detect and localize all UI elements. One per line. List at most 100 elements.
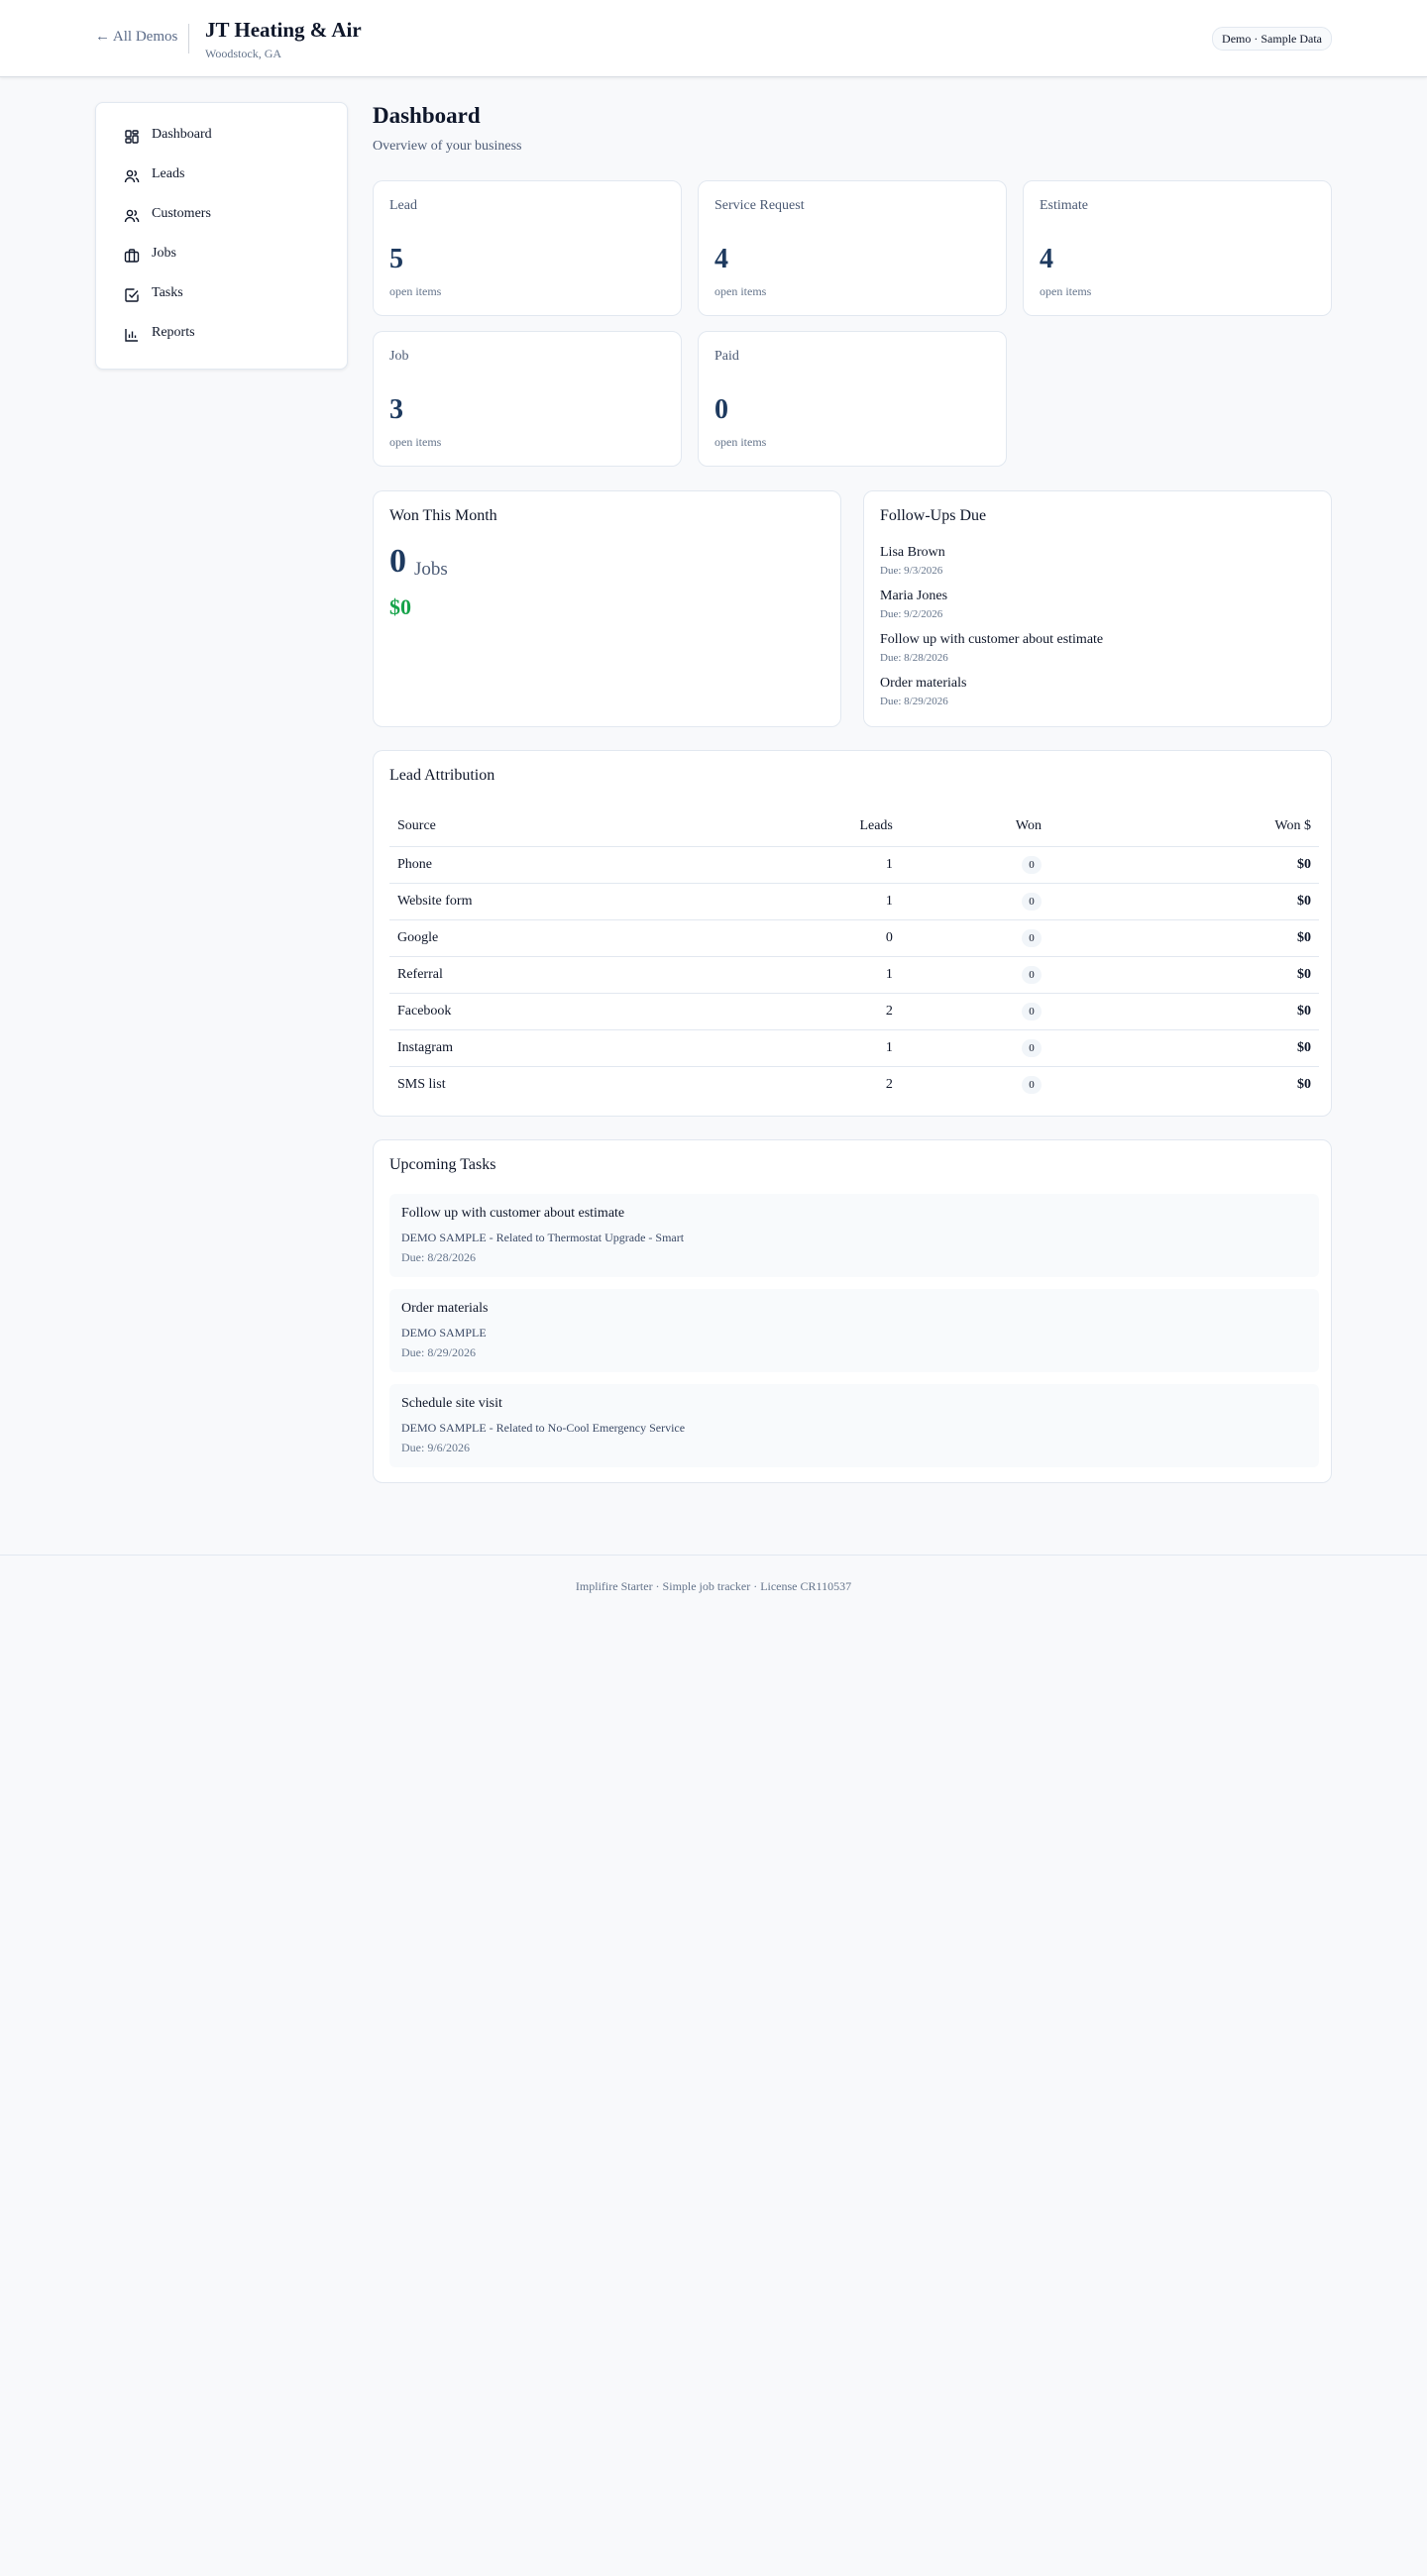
followup-name[interactable]: Lisa Brown bbox=[880, 545, 945, 561]
source-cell: Referral bbox=[389, 956, 762, 994]
task-due: Due: 9/6/2026 bbox=[401, 1441, 470, 1454]
sidebar-nav: Dashboard Leads Customers Jobs Tasks Rep… bbox=[95, 102, 348, 370]
sidebar-item-label: Reports bbox=[152, 325, 195, 340]
stat-title: Estimate bbox=[1040, 198, 1088, 213]
all-demos-link[interactable]: ← All Demos bbox=[95, 29, 177, 46]
header-divider bbox=[188, 24, 189, 54]
stat-value: 5 bbox=[389, 244, 403, 274]
won-jobs-unit: Jobs bbox=[414, 559, 448, 580]
followup-name[interactable]: Follow up with customer about estimate bbox=[880, 632, 1103, 648]
leads-cell: 0 bbox=[761, 919, 901, 957]
task-item[interactable]: Follow up with customer about estimate D… bbox=[389, 1194, 1319, 1277]
stat-card-job[interactable]: Job 3 open items bbox=[373, 331, 682, 467]
task-detail: DEMO SAMPLE - Related to Thermostat Upgr… bbox=[401, 1231, 685, 1244]
card-title: Won This Month bbox=[389, 507, 497, 524]
followup-name[interactable]: Maria Jones bbox=[880, 589, 947, 604]
task-item[interactable]: Schedule site visit DEMO SAMPLE - Relate… bbox=[389, 1384, 1319, 1467]
sidebar-item-label: Customers bbox=[152, 206, 211, 221]
stat-subtext: open items bbox=[389, 435, 442, 449]
sidebar-item-label: Jobs bbox=[152, 246, 176, 261]
followup-due: Due: 8/29/2026 bbox=[880, 696, 948, 707]
check-square-icon bbox=[124, 287, 140, 303]
stat-title: Lead bbox=[389, 198, 417, 213]
source-cell: Instagram bbox=[389, 1029, 762, 1067]
source-cell: Phone bbox=[389, 846, 762, 884]
footer-divider bbox=[0, 1555, 1427, 1556]
sidebar-item-tasks[interactable]: Tasks bbox=[96, 275, 347, 315]
source-cell: Facebook bbox=[389, 993, 762, 1030]
column-header-leads: Leads bbox=[761, 806, 901, 847]
leads-cell: 1 bbox=[761, 883, 901, 920]
won-count-pill: 0 bbox=[1021, 1003, 1042, 1020]
source-cell: Google bbox=[389, 919, 762, 957]
won-count-pill: 0 bbox=[1021, 856, 1042, 874]
follow-ups-due-card: Follow-Ups Due Lisa Brown Due: 9/3/2026 … bbox=[863, 490, 1332, 727]
stat-title: Paid bbox=[714, 349, 739, 364]
stat-card-service-request[interactable]: Service Request 4 open items bbox=[698, 180, 1007, 316]
page-title: Dashboard bbox=[373, 103, 481, 128]
stat-card-estimate[interactable]: Estimate 4 open items bbox=[1023, 180, 1332, 316]
won-amount-cell: $0 bbox=[1048, 956, 1319, 994]
task-item[interactable]: Order materials DEMO SAMPLE Due: 8/29/20… bbox=[389, 1289, 1319, 1372]
task-detail: DEMO SAMPLE - Related to No-Cool Emergen… bbox=[401, 1421, 686, 1435]
card-title: Lead Attribution bbox=[389, 767, 495, 784]
table-row: Google 0 0 $0 bbox=[389, 919, 1319, 957]
bar-chart-icon bbox=[124, 327, 140, 343]
briefcase-icon bbox=[124, 248, 140, 264]
leads-cell: 1 bbox=[761, 1029, 901, 1067]
won-count-pill: 0 bbox=[1021, 966, 1042, 984]
table-row: Facebook 2 0 $0 bbox=[389, 993, 1319, 1030]
stat-card-lead[interactable]: Lead 5 open items bbox=[373, 180, 682, 316]
column-header-source: Source bbox=[389, 806, 762, 847]
sidebar-item-label: Dashboard bbox=[152, 127, 212, 142]
won-jobs-count: 0 bbox=[389, 543, 406, 580]
table-row: SMS list 2 0 $0 bbox=[389, 1067, 1319, 1104]
upcoming-tasks-card: Upcoming Tasks Follow up with customer a… bbox=[373, 1139, 1332, 1483]
won-cell: 0 bbox=[900, 993, 1049, 1030]
demo-badge: Demo · Sample Data bbox=[1212, 27, 1332, 51]
won-amount-cell: $0 bbox=[1297, 1077, 1311, 1092]
won-cell: 0 bbox=[900, 883, 1049, 920]
sidebar-item-label: Tasks bbox=[152, 285, 183, 300]
task-detail: DEMO SAMPLE bbox=[401, 1326, 487, 1340]
stat-subtext: open items bbox=[714, 435, 767, 449]
task-due: Due: 8/28/2026 bbox=[401, 1250, 476, 1264]
table-row: Referral 1 0 $0 bbox=[389, 956, 1319, 994]
lead-attribution-table: Source Leads Won Won $ Phone 1 0 $0 Webs… bbox=[389, 806, 1319, 1103]
stat-subtext: open items bbox=[714, 284, 767, 298]
won-count-pill: 0 bbox=[1021, 1039, 1042, 1057]
won-cell: 0 bbox=[900, 956, 1049, 994]
won-this-month-card: Won This Month 0 Jobs $0 bbox=[373, 490, 841, 727]
sidebar-item-label: Leads bbox=[152, 166, 185, 181]
stat-card-paid[interactable]: Paid 0 open items bbox=[698, 331, 1007, 467]
users-icon bbox=[124, 168, 140, 184]
task-due: Due: 8/29/2026 bbox=[401, 1345, 476, 1359]
top-header: ← All Demos JT Heating & Air Woodstock, … bbox=[0, 0, 1427, 77]
column-header-won-amount: Won $ bbox=[1048, 806, 1319, 847]
sidebar-item-leads[interactable]: Leads bbox=[96, 157, 347, 196]
sidebar-item-jobs[interactable]: Jobs bbox=[96, 236, 347, 275]
company-location: Woodstock, GA bbox=[205, 47, 282, 60]
stat-title: Service Request bbox=[714, 198, 805, 213]
card-title: Upcoming Tasks bbox=[389, 1156, 496, 1173]
won-amount-cell: $0 bbox=[1048, 883, 1319, 920]
followup-name[interactable]: Order materials bbox=[880, 676, 966, 692]
source-cell: Website form bbox=[389, 883, 762, 920]
column-header-won: Won bbox=[900, 806, 1049, 847]
won-amount: $0 bbox=[389, 594, 411, 619]
leads-cell: 2 bbox=[761, 993, 901, 1030]
sidebar-item-dashboard[interactable]: Dashboard bbox=[96, 117, 347, 157]
won-cell: 0 bbox=[901, 1067, 1049, 1104]
won-amount-cell: $0 bbox=[1048, 846, 1319, 884]
leads-cell: 1 bbox=[761, 846, 901, 884]
table-row: Website form 1 0 $0 bbox=[389, 883, 1319, 920]
stat-subtext: open items bbox=[389, 284, 442, 298]
table-row: Instagram 1 0 $0 bbox=[389, 1029, 1319, 1067]
stat-value: 4 bbox=[1040, 244, 1053, 274]
sidebar-item-reports[interactable]: Reports bbox=[96, 315, 347, 355]
leads-cell: 1 bbox=[761, 956, 901, 994]
stat-value: 0 bbox=[714, 394, 728, 425]
won-count-pill: 0 bbox=[1021, 893, 1042, 911]
won-amount-cell: $0 bbox=[1048, 919, 1319, 957]
sidebar-item-customers[interactable]: Customers bbox=[96, 196, 347, 236]
